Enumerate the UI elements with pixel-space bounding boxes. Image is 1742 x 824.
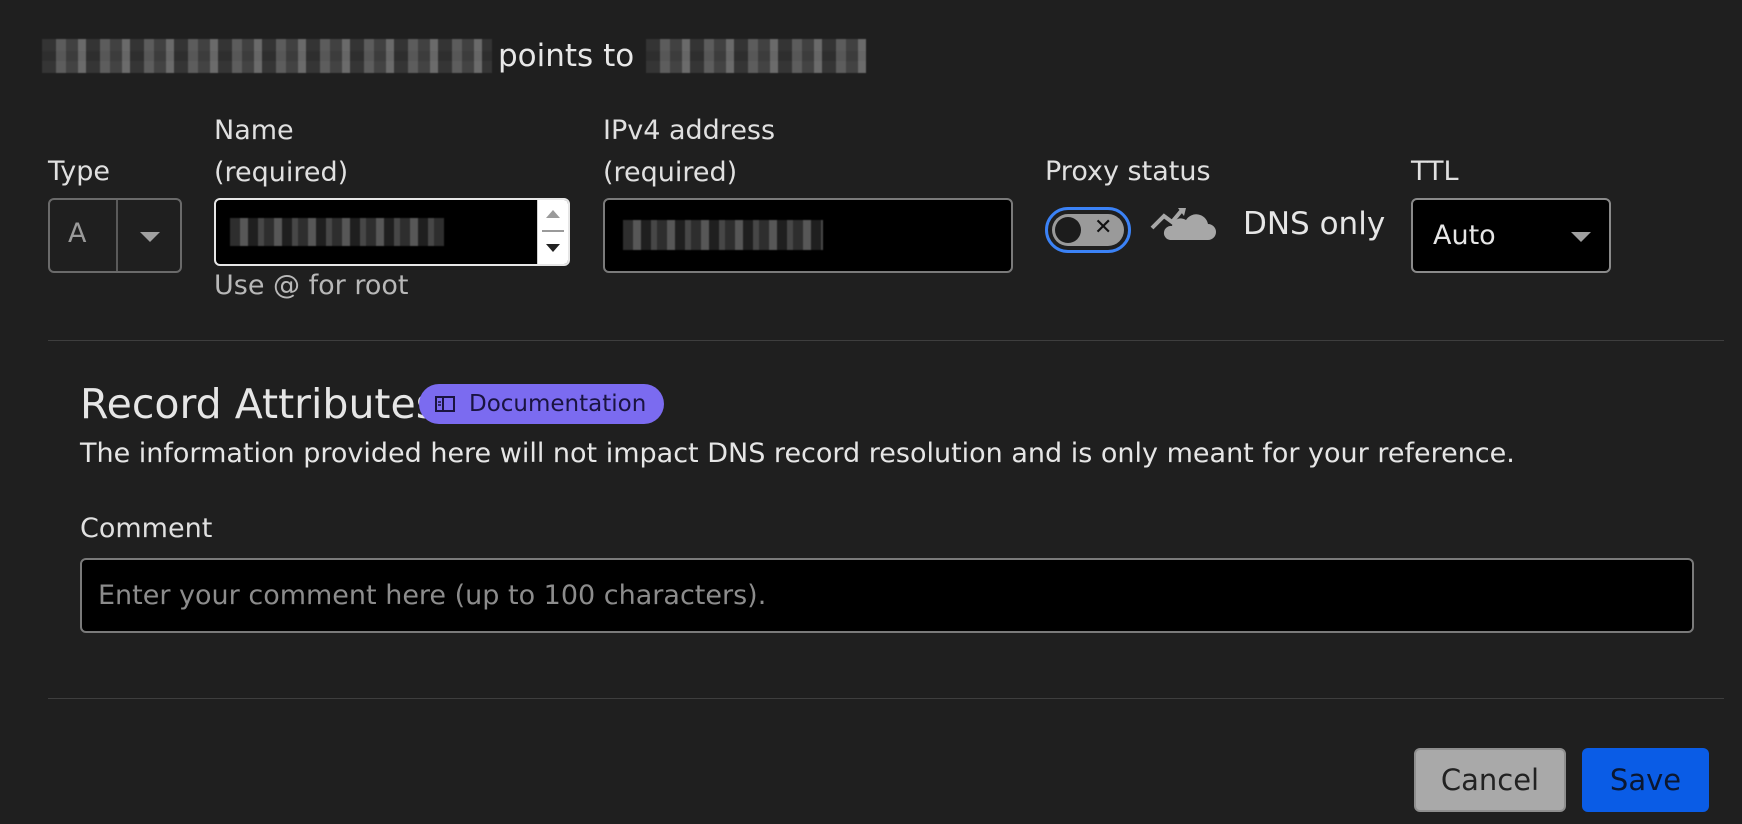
record-attributes-title: Record Attributes [80,380,438,428]
section-divider [48,698,1724,699]
number-spinner[interactable] [537,200,568,264]
book-icon [435,396,455,412]
chevron-down-icon [1571,232,1591,242]
ipv4-label-line1: IPv4 address [603,115,776,146]
dns-only-cloud-icon [1150,208,1216,240]
type-divider [116,200,118,271]
spin-down-icon[interactable] [546,244,560,252]
name-hint: Use @ for root [214,270,409,301]
ipv4-label: IPv4 address (required) [603,110,775,194]
cancel-button[interactable]: Cancel [1414,748,1566,812]
points-to-text: points to [498,38,635,74]
ttl-select[interactable]: Auto [1411,198,1611,273]
redacted-ip [646,39,867,73]
name-input[interactable] [214,198,570,266]
spin-up-icon[interactable] [546,210,560,218]
section-divider [48,340,1724,341]
comment-label: Comment [80,513,213,544]
documentation-label: Documentation [469,391,647,417]
comment-placeholder: Enter your comment here (up to 100 chara… [98,580,767,611]
redacted-hostname [42,39,492,73]
ipv4-label-line2: (required) [603,157,738,188]
proxy-status-label: Proxy status [1045,156,1211,187]
documentation-link[interactable]: Documentation [419,384,665,424]
proxy-state-text: DNS only [1243,206,1386,242]
proxy-toggle-track: ✕ [1052,214,1124,246]
redacted-name-value [230,218,444,246]
spin-divider [542,230,564,232]
name-label-line1: Name [214,115,294,146]
comment-input[interactable]: Enter your comment here (up to 100 chara… [80,558,1694,633]
ttl-value: Auto [1433,220,1496,251]
record-attributes-description: The information provided here will not i… [80,438,1515,469]
name-label: Name (required) [214,110,348,194]
redacted-ipv4-value [623,220,823,250]
record-summary: points to [42,36,867,76]
proxy-toggle-knob [1055,217,1081,243]
proxy-toggle[interactable]: ✕ [1045,207,1131,253]
type-select[interactable]: A [48,198,182,273]
chevron-down-icon [140,232,160,242]
ipv4-input[interactable] [603,198,1013,273]
ttl-label: TTL [1411,156,1459,187]
dns-record-edit-form: points to Type A Name (required) Use @ f… [0,0,1742,824]
close-icon: ✕ [1094,215,1113,240]
type-value: A [68,218,87,249]
save-button[interactable]: Save [1582,748,1709,812]
type-label: Type [48,156,111,187]
name-label-line2: (required) [214,157,349,188]
